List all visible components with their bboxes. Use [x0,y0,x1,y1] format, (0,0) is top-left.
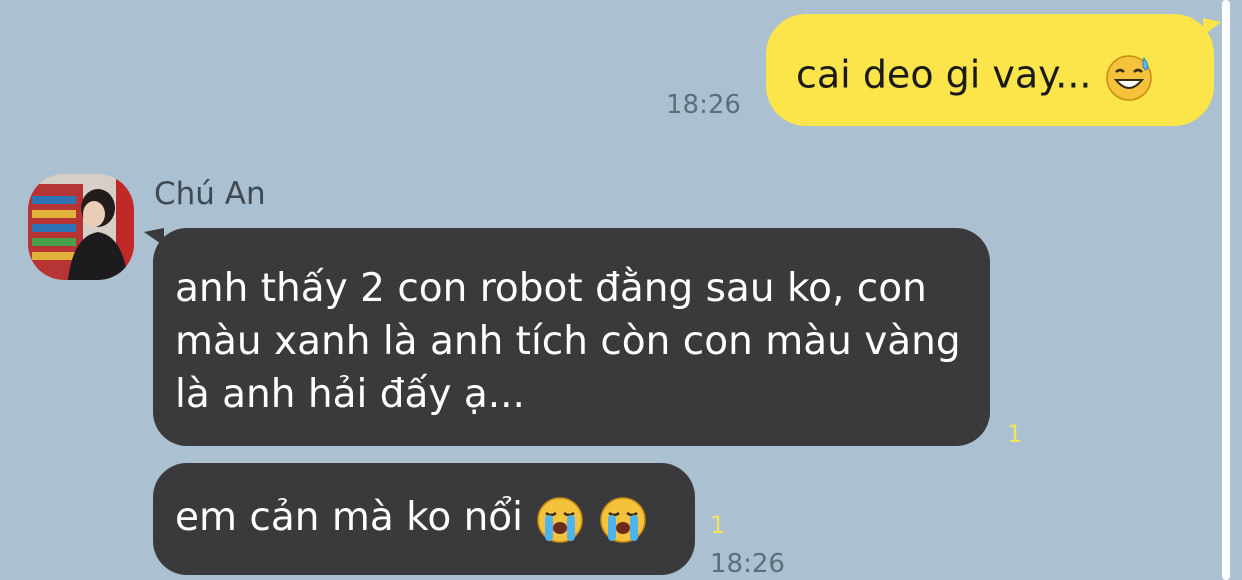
loudly-crying-face-icon [600,496,646,543]
sender-name: Chú An [154,176,266,212]
scrollbar[interactable] [1222,0,1230,580]
incoming-message-label: em cản mà ko nổi [175,495,523,540]
outgoing-message-bubble[interactable]: cai deo gi vay... [766,14,1221,126]
incoming-message-text: anh thấy 2 con robot đằng sau ko, con mà… [175,266,961,417]
outgoing-message-text: cai deo gi vay... [796,52,1154,102]
unread-count: 1 [1007,420,1023,448]
incoming-message-bubble[interactable]: anh thấy 2 con robot đằng sau ko, con mà… [144,228,990,446]
incoming-timestamp: 18:26 [710,549,785,579]
outgoing-timestamp: 18:26 [666,90,741,120]
avatar-photo [28,174,134,280]
incoming-message-text: em cản mà ko nổi [175,493,648,545]
grinning-sweat-icon [1105,55,1152,101]
unread-count: 1 [710,511,726,539]
avatar[interactable] [28,174,134,280]
loudly-crying-face-icon [537,496,584,543]
outgoing-message-label: cai deo gi vay... [796,52,1092,97]
incoming-message-bubble[interactable]: em cản mà ko nổi [153,463,695,575]
